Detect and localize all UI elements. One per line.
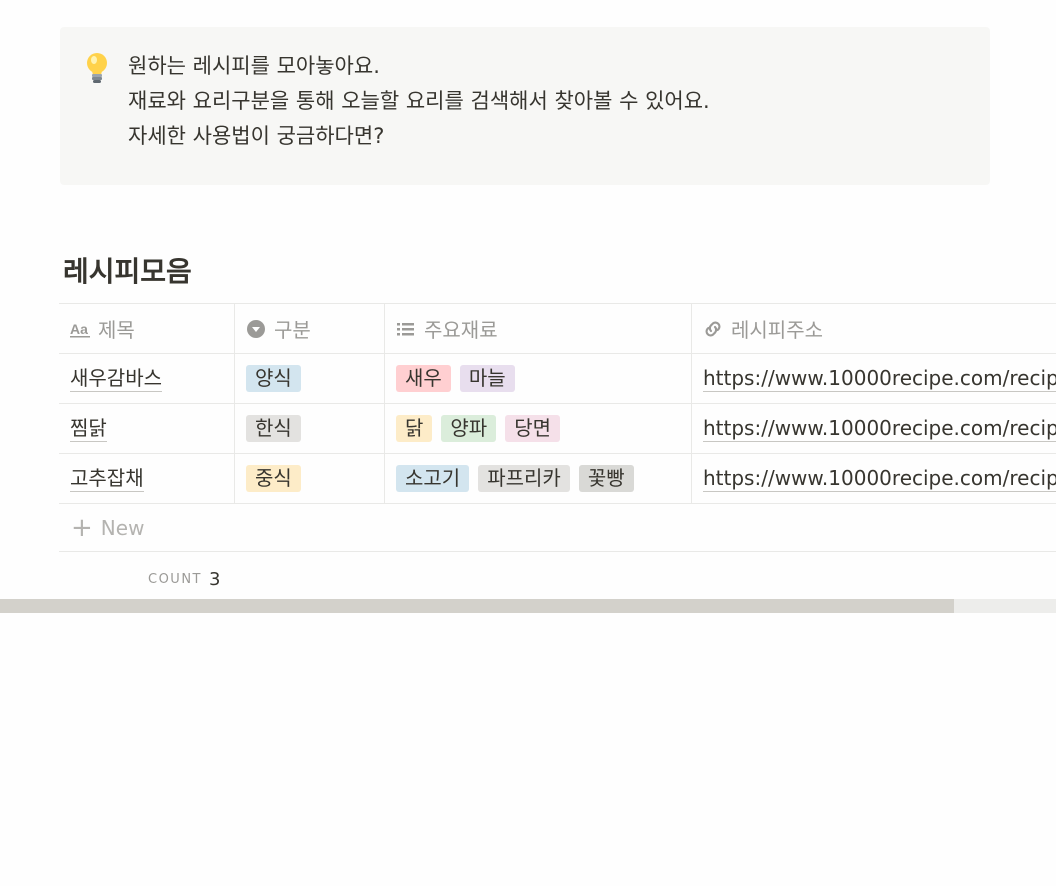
- table-header-row: Aa 제목 구분 주요재료 레시피주소: [59, 304, 1056, 354]
- title-cell[interactable]: 새우감바스: [59, 354, 235, 403]
- database-table: Aa 제목 구분 주요재료 레시피주소 새우감바스 양식 새우 마늘 https…: [59, 303, 1056, 606]
- url-cell[interactable]: https://www.10000recipe.com/recipe/6: [692, 404, 1056, 453]
- recipe-url-link[interactable]: https://www.10000recipe.com/recipe/6: [703, 465, 1056, 492]
- ingredient-tag: 새우: [396, 365, 451, 392]
- svg-text:Aa: Aa: [70, 321, 88, 337]
- title-cell[interactable]: 고추잡채: [59, 454, 235, 503]
- link-icon: [705, 321, 721, 336]
- horizontal-scrollbar[interactable]: [0, 599, 1056, 613]
- callout-line[interactable]: 자세한 사용법이 궁금하다면?: [128, 119, 710, 154]
- table-row[interactable]: 새우감바스 양식 새우 마늘 https://www.10000recipe.c…: [59, 354, 1056, 404]
- text-aa-icon: Aa: [70, 321, 90, 337]
- row-title[interactable]: 고추잡채: [70, 465, 144, 492]
- column-header-label: 레시피주소: [731, 318, 823, 342]
- category-cell[interactable]: 한식: [235, 404, 385, 453]
- callout-text: 원하는 레시피를 모아놓아요. 재료와 요리구분을 통해 오늘할 요리를 검색해…: [128, 49, 710, 185]
- ingredients-cell[interactable]: 닭 양파 당면: [385, 404, 692, 453]
- column-header-title[interactable]: Aa 제목: [59, 304, 235, 353]
- category-cell[interactable]: 양식: [235, 354, 385, 403]
- category-tag: 양식: [246, 365, 301, 392]
- callout-block: 원하는 레시피를 모아놓아요. 재료와 요리구분을 통해 오늘할 요리를 검색해…: [60, 27, 990, 185]
- plus-icon: +: [71, 512, 93, 543]
- recipe-url-link[interactable]: https://www.10000recipe.com/recipe/6: [703, 365, 1056, 392]
- column-header-ingredients[interactable]: 주요재료: [385, 304, 692, 353]
- category-tag: 한식: [246, 415, 301, 442]
- ingredient-tag: 양파: [441, 415, 497, 442]
- column-header-label: 구분: [274, 318, 311, 342]
- category-cell[interactable]: 중식: [235, 454, 385, 503]
- column-header-category[interactable]: 구분: [235, 304, 385, 353]
- table-row[interactable]: 고추잡채 중식 소고기 파프리카 꽃빵 https://www.10000rec…: [59, 454, 1056, 504]
- count-footer[interactable]: COUNT 3: [59, 552, 1056, 606]
- count-label: COUNT: [148, 571, 202, 587]
- callout-line: 원하는 레시피를 모아놓아요.: [128, 54, 380, 78]
- scrollbar-thumb[interactable]: [0, 599, 954, 613]
- category-tag: 중식: [246, 465, 301, 492]
- select-dropdown-icon: [247, 319, 265, 338]
- title-cell[interactable]: 찜닭: [59, 404, 235, 453]
- ingredient-tag: 소고기: [396, 465, 470, 492]
- recipe-url-link[interactable]: https://www.10000recipe.com/recipe/6: [703, 415, 1056, 442]
- count-value: 3: [209, 568, 221, 590]
- ingredients-cell[interactable]: 소고기 파프리카 꽃빵: [385, 454, 692, 503]
- url-cell[interactable]: https://www.10000recipe.com/recipe/6: [692, 454, 1056, 503]
- ingredients-cell[interactable]: 새우 마늘: [385, 354, 692, 403]
- ingredient-tag: 당면: [505, 415, 561, 442]
- row-title[interactable]: 새우감바스: [70, 365, 162, 392]
- column-header-label: 제목: [98, 318, 135, 342]
- callout-line: 재료와 요리구분을 통해 오늘할 요리를 검색해서 찾아볼 수 있어요.: [128, 89, 710, 113]
- new-row-label: New: [100, 515, 145, 540]
- database-title[interactable]: 레시피모음: [63, 250, 192, 290]
- ingredient-tag: 마늘: [459, 365, 515, 392]
- column-header-url[interactable]: 레시피주소: [692, 304, 1056, 353]
- row-title[interactable]: 찜닭: [70, 415, 107, 442]
- lightbulb-icon: [82, 51, 112, 85]
- table-row[interactable]: 찜닭 한식 닭 양파 당면 https://www.10000recipe.co…: [59, 404, 1056, 454]
- ingredient-tag: 닭: [396, 415, 433, 442]
- ingredient-tag: 파프리카: [478, 465, 570, 492]
- ingredient-tag: 꽃빵: [578, 465, 634, 492]
- page: 원하는 레시피를 모아놓아요. 재료와 요리구분을 통해 오늘할 요리를 검색해…: [0, 0, 1056, 886]
- url-cell[interactable]: https://www.10000recipe.com/recipe/6: [692, 354, 1056, 403]
- column-header-label: 주요재료: [424, 318, 498, 342]
- new-row-button[interactable]: + New: [59, 504, 1056, 552]
- list-icon: [397, 322, 414, 335]
